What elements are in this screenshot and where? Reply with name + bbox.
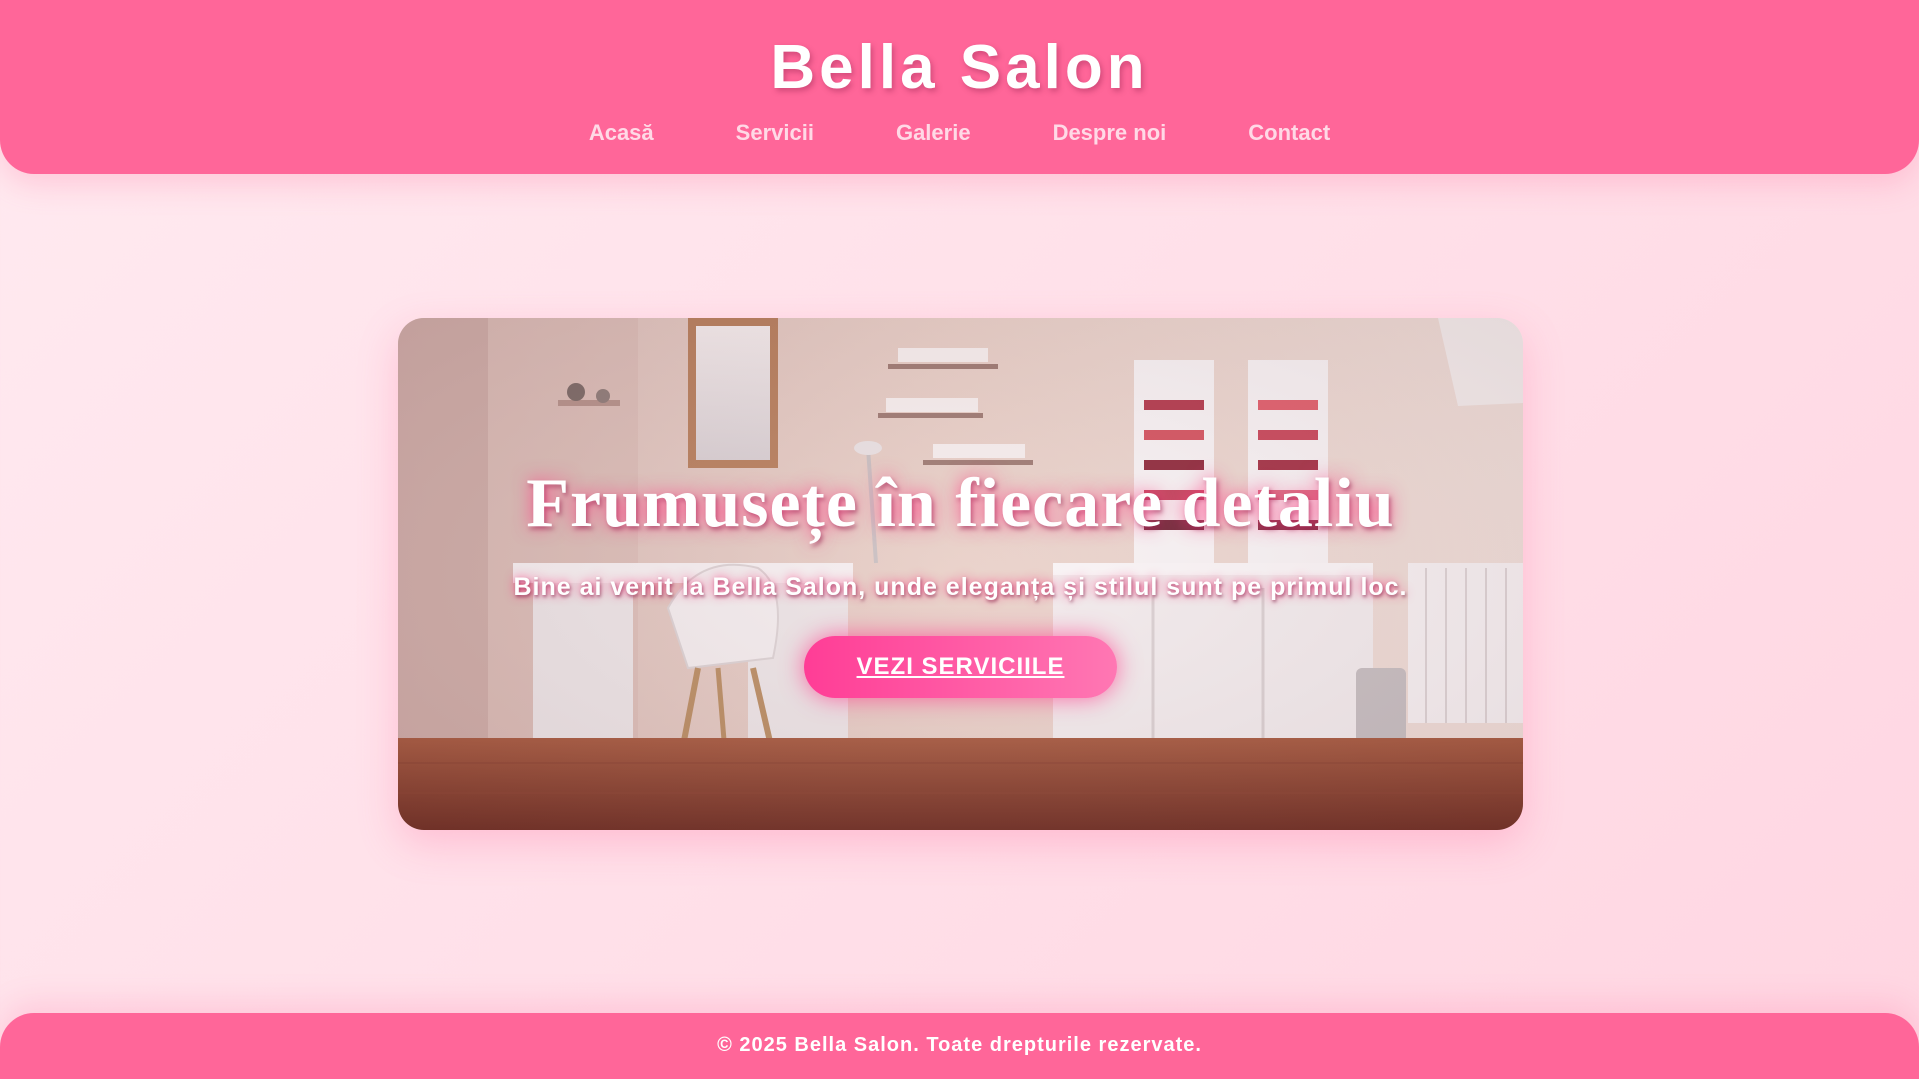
nav-link-galerie[interactable]: Galerie (896, 120, 971, 146)
main-nav: Acasă Servicii Galerie Despre noi Contac… (0, 120, 1919, 146)
hero-banner: Frumusețe în fiecare detaliu Bine ai ven… (398, 318, 1523, 830)
view-services-button[interactable]: VEZI SERVICIILE (804, 636, 1117, 698)
site-header: Bella Salon Acasă Servicii Galerie Despr… (0, 0, 1919, 174)
hero-title: Frumusețe în fiecare detaliu (526, 465, 1395, 542)
nav-link-despre-noi[interactable]: Despre noi (1053, 120, 1167, 146)
site-footer: © 2025 Bella Salon. Toate drepturile rez… (0, 1013, 1919, 1079)
nav-link-servicii[interactable]: Servicii (736, 120, 814, 146)
hero-subtitle: Bine ai venit la Bella Salon, unde elega… (513, 573, 1408, 601)
copyright-text: © 2025 Bella Salon. Toate drepturile rez… (717, 1034, 1202, 1056)
nav-link-contact[interactable]: Contact (1248, 120, 1330, 146)
brand-title: Bella Salon (770, 33, 1149, 102)
nav-link-acasa[interactable]: Acasă (589, 120, 654, 146)
